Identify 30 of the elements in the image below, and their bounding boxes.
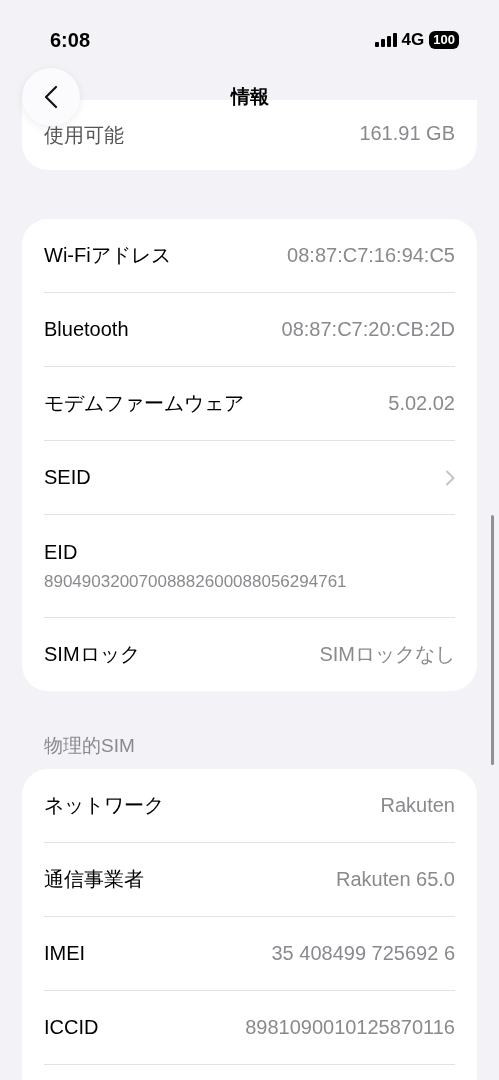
row-value: Rakuten	[380, 794, 455, 817]
row-label: SEID	[44, 466, 91, 489]
row-label: 使用可能	[44, 123, 124, 148]
row-value: 161.91 GB	[359, 122, 455, 145]
battery-level: 100	[429, 31, 459, 49]
status-time: 6:08	[50, 28, 91, 52]
row-value: 08:87:C7:20:CB:2D	[281, 318, 455, 341]
row-value: 35 408499 725692 6	[271, 942, 455, 965]
row-label: IMEI	[44, 942, 86, 965]
row-value: 08:87:C7:16:94:C5	[287, 244, 455, 267]
row-value: 89049032007008882600088056294761	[44, 571, 347, 592]
signal-icon	[374, 33, 397, 47]
chevron-icon	[445, 469, 455, 486]
row-label: EID	[44, 540, 78, 564]
row-label: 通信事業者	[44, 867, 144, 892]
row-label: SIMロック	[44, 642, 140, 667]
network-type: 4G	[401, 30, 425, 50]
list-row[interactable]: SEID	[44, 441, 455, 515]
row-label: モデムファームウェア	[44, 391, 244, 416]
row-label: Wi-Fiアドレス	[44, 243, 171, 268]
row-value: Rakuten 65.0	[336, 868, 455, 891]
back-icon	[44, 85, 58, 109]
section-header: 物理的SIM	[43, 734, 136, 758]
row-label: ネットワーク	[44, 793, 164, 818]
row-value: 8981090010125870116	[245, 1016, 455, 1039]
row-value: SIMロックなし	[319, 642, 455, 667]
row-value: 5.02.02	[388, 392, 455, 415]
row-label: Bluetooth	[44, 318, 129, 341]
nav-title: 情報	[230, 84, 269, 109]
row-label: ICCID	[44, 1016, 99, 1039]
